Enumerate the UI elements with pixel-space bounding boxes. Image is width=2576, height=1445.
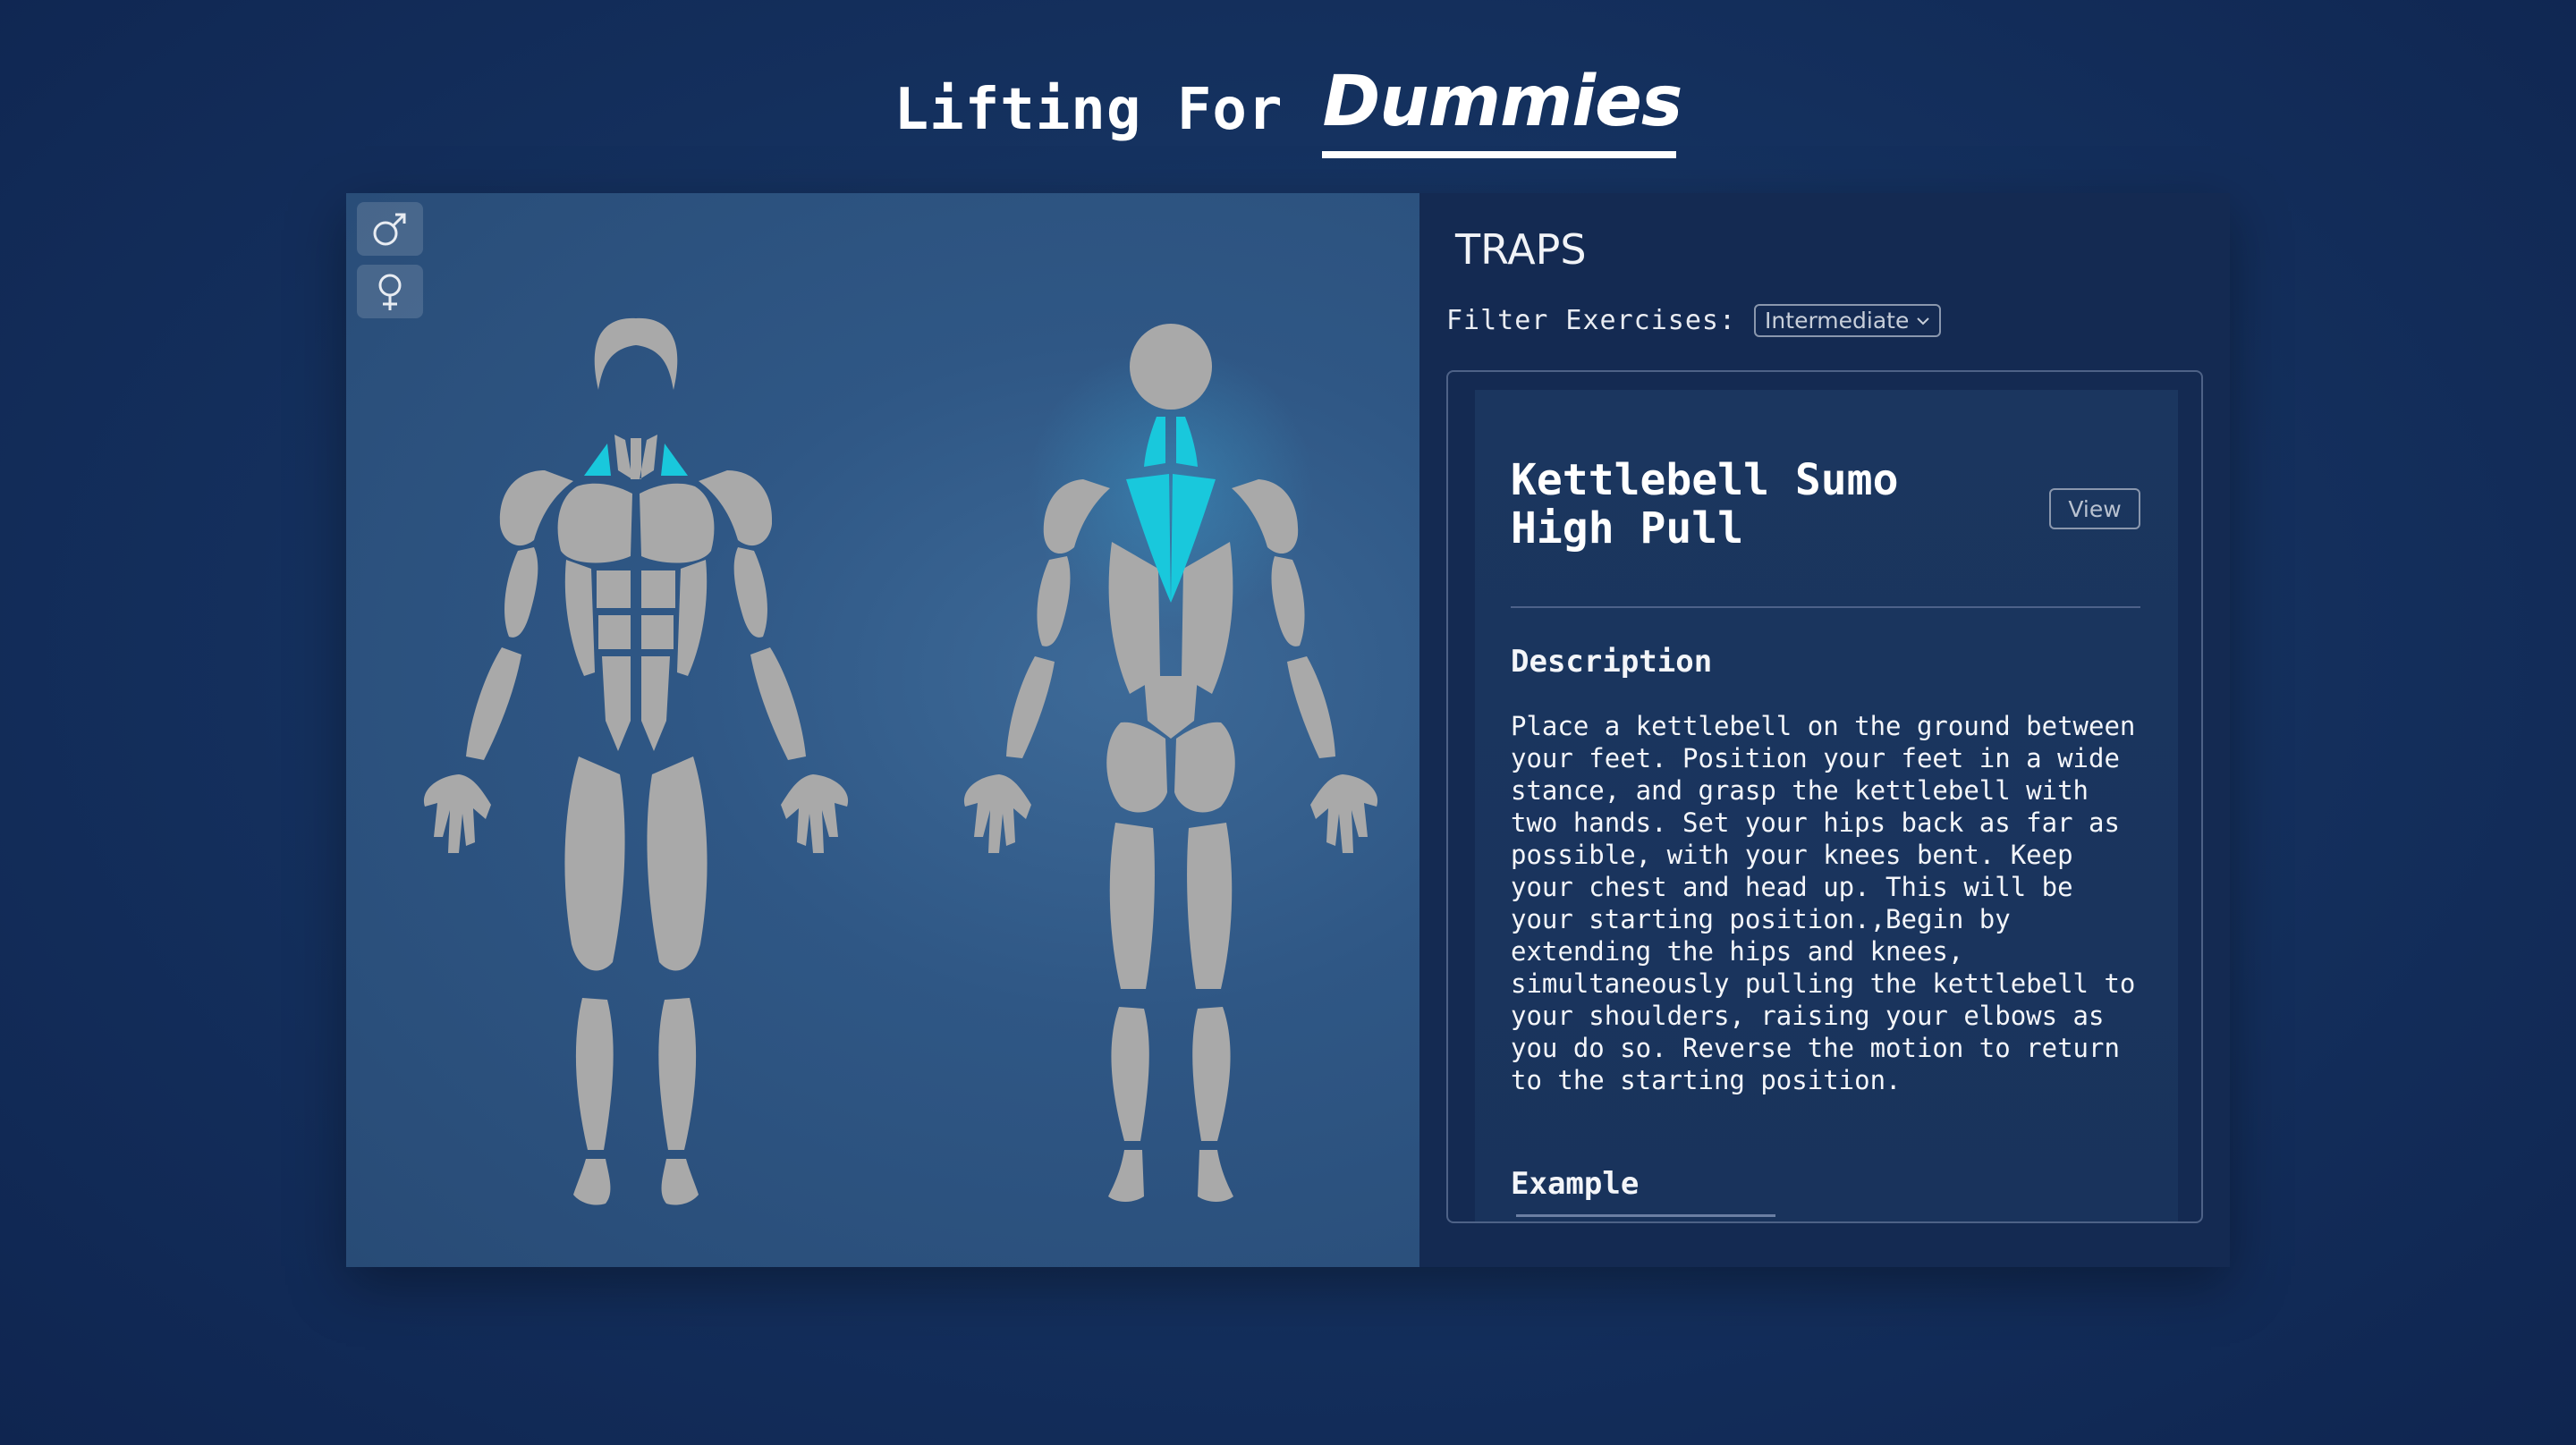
difficulty-filter-select[interactable]: Intermediate	[1754, 304, 1942, 337]
app-title-accent: Dummies	[1322, 62, 1682, 142]
back-body-figure	[963, 324, 1378, 1202]
title-underline	[1322, 151, 1677, 158]
back-foot-left[interactable]	[1108, 1150, 1144, 1202]
front-quad-right[interactable]	[647, 756, 708, 971]
app-title: Lifting For	[894, 77, 1284, 143]
example-media-edge	[1516, 1214, 1775, 1217]
front-foot-left[interactable]	[573, 1159, 611, 1205]
front-quad-left[interactable]	[564, 756, 625, 971]
front-abs[interactable]	[597, 570, 675, 751]
example-heading: Example	[1511, 1166, 1640, 1202]
front-hand-left[interactable]	[423, 774, 491, 853]
back-forearm-left[interactable]	[1006, 656, 1055, 758]
front-body-figure	[423, 317, 849, 1205]
male-toggle-button[interactable]	[357, 202, 423, 256]
front-obliques-right[interactable]	[677, 560, 708, 676]
front-foot-right[interactable]	[661, 1159, 699, 1205]
back-hamstring-left[interactable]	[1109, 823, 1155, 989]
back-foot-right[interactable]	[1198, 1150, 1233, 1202]
muscle-map-panel	[346, 193, 1419, 1267]
back-head	[1130, 324, 1212, 410]
head-outline	[594, 317, 678, 390]
filter-row: Filter Exercises: Intermediate	[1446, 304, 1942, 337]
front-neck[interactable]	[614, 435, 657, 479]
back-forearm-right[interactable]	[1287, 656, 1335, 758]
view-exercise-button[interactable]: View	[2049, 488, 2140, 529]
app-title-accent-wrap: Dummies	[1322, 62, 1682, 158]
front-chest-right[interactable]	[640, 483, 715, 563]
front-traps-left[interactable]	[584, 444, 611, 476]
exercise-title: Kettlebell Sumo High Pull	[1511, 455, 1899, 553]
chevron-down-icon	[1917, 317, 1930, 325]
exercise-description: Place a kettlebell on the ground between…	[1511, 711, 2136, 1095]
back-hand-left[interactable]	[963, 774, 1031, 853]
back-triceps-right[interactable]	[1271, 556, 1305, 646]
exercise-divider	[1511, 606, 2140, 608]
difficulty-filter-value: Intermediate	[1765, 308, 1910, 334]
front-calf-right[interactable]	[658, 998, 697, 1150]
back-calf-left[interactable]	[1111, 1007, 1149, 1141]
back-glutes-left[interactable]	[1106, 722, 1167, 813]
front-biceps-right[interactable]	[733, 547, 767, 638]
back-glutes-right[interactable]	[1174, 722, 1235, 813]
back-calf-right[interactable]	[1192, 1007, 1231, 1141]
app-header: Lifting For Dummies	[0, 52, 2576, 168]
front-forearm-left[interactable]	[466, 647, 521, 760]
front-chest-left[interactable]	[557, 483, 632, 563]
back-hand-right[interactable]	[1310, 774, 1378, 853]
exercise-card: Kettlebell Sumo High Pull View Descripti…	[1475, 390, 2178, 1221]
main-card: TRAPS Filter Exercises: Intermediate Ket…	[346, 193, 2230, 1267]
front-biceps-left[interactable]	[504, 547, 538, 638]
back-triceps-left[interactable]	[1037, 556, 1071, 646]
selected-muscle-title: TRAPS	[1455, 225, 1587, 274]
filter-label: Filter Exercises:	[1446, 305, 1737, 336]
back-hamstring-right[interactable]	[1187, 823, 1233, 989]
description-heading: Description	[1511, 644, 1713, 680]
exercise-info-panel: TRAPS Filter Exercises: Intermediate Ket…	[1419, 193, 2230, 1267]
front-hand-right[interactable]	[781, 774, 849, 853]
front-calf-left[interactable]	[575, 998, 614, 1150]
front-obliques-left[interactable]	[564, 560, 595, 676]
back-lower-back[interactable]	[1144, 676, 1198, 739]
front-forearm-right[interactable]	[750, 647, 806, 760]
male-symbol-icon	[373, 213, 406, 246]
exercise-list-scroll[interactable]: Kettlebell Sumo High Pull View Descripti…	[1446, 370, 2203, 1223]
front-traps-right[interactable]	[661, 444, 688, 476]
